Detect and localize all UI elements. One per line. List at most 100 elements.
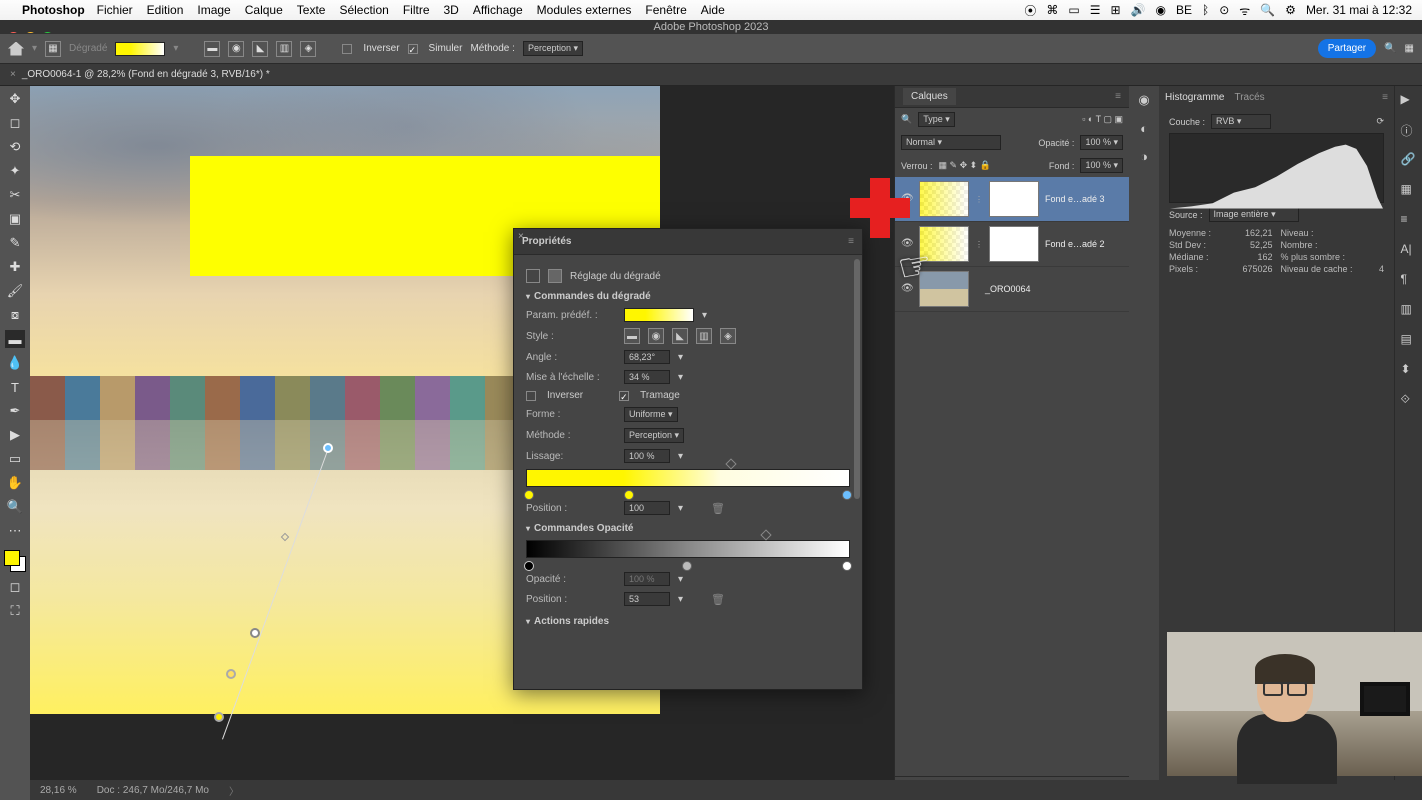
layers-tab[interactable]: Calques [903, 88, 956, 105]
char-icon[interactable]: A| [1401, 242, 1417, 258]
menu-filtre[interactable]: Filtre [403, 3, 430, 17]
hand-tool[interactable]: ✋ [5, 474, 25, 492]
menu-fichier[interactable]: Fichier [97, 3, 133, 17]
channel-select[interactable]: RVB ▾ [1211, 114, 1271, 129]
delete-stop-icon[interactable]: 🗑 [711, 593, 725, 606]
status-icon[interactable]: ☰ [1090, 3, 1101, 17]
source-select[interactable]: Image entière ▾ [1209, 207, 1299, 222]
style-reflected[interactable]: ▥ [696, 328, 712, 344]
workspace-icon[interactable]: ▦ [1405, 43, 1414, 54]
section-quick-actions[interactable]: Actions rapides [526, 616, 850, 627]
status-icon[interactable]: ⊙ [1219, 3, 1229, 17]
gradient-editor-bar[interactable] [526, 469, 850, 487]
menu-fenetre[interactable]: Fenêtre [645, 3, 686, 17]
menubar-clock[interactable]: Mer. 31 mai à 12:32 [1306, 3, 1412, 17]
tramage-check[interactable] [619, 391, 629, 401]
gradient-linear[interactable]: ▬ [204, 41, 220, 57]
menu-edition[interactable]: Edition [147, 3, 184, 17]
crop-tool[interactable]: ✂ [5, 186, 25, 204]
share-button[interactable]: Partager [1318, 39, 1376, 58]
status-icon[interactable]: ◉ [1155, 3, 1165, 17]
zoom-level[interactable]: 28,16 % [40, 785, 77, 796]
eyedropper-tool[interactable]: ✎ [5, 234, 25, 252]
properties-panel[interactable]: × Propriétés≡ Réglage du dégradé Command… [513, 228, 863, 690]
layer-kind-filter[interactable]: Type ▾ [918, 112, 955, 127]
lissage-input[interactable]: 100 % [624, 449, 670, 463]
search-icon[interactable]: 🔍 [1260, 3, 1275, 17]
preset-gradient[interactable] [624, 308, 694, 322]
layer-thumb[interactable] [919, 181, 969, 217]
lasso-tool[interactable]: ⟲ [5, 138, 25, 156]
gradient-tool[interactable]: ▬ [5, 330, 25, 348]
menu-texte[interactable]: Texte [297, 3, 326, 17]
style-angle[interactable]: ◣ [672, 328, 688, 344]
more-icon[interactable]: ⟐ [1401, 392, 1417, 408]
layer-name[interactable]: Fond e…adé 3 [1045, 194, 1105, 204]
gradient-reflected[interactable]: ▥ [276, 41, 292, 57]
bluetooth-icon[interactable]: ᛒ [1202, 3, 1209, 17]
path-tool[interactable]: ▶ [5, 426, 25, 444]
status-icon[interactable]: ⦿ [1024, 2, 1036, 19]
lock-icons[interactable]: ▦ ✎ ✥ ⬍ 🔒 [939, 160, 991, 171]
style-diamond[interactable]: ◈ [720, 328, 736, 344]
blend-mode-select[interactable]: Normal ▾ [901, 135, 1001, 150]
fill-input[interactable]: 100 % ▾ [1080, 158, 1123, 173]
marquee-tool[interactable]: ◻ [5, 114, 25, 132]
inverser-checkbox[interactable] [342, 44, 352, 54]
layer-mask-thumb[interactable] [989, 226, 1039, 262]
layer-mask-thumb[interactable] [989, 181, 1039, 217]
link-icon[interactable]: 🔗 [1401, 152, 1417, 168]
color-stop[interactable] [842, 490, 852, 500]
scale-input[interactable]: 34 % [624, 370, 670, 384]
maximize-window[interactable] [42, 22, 53, 33]
section-gradient-cmds[interactable]: Commandes du dégradé [526, 291, 850, 302]
quickmask[interactable]: ◻ [5, 578, 25, 596]
style-linear[interactable]: ▬ [624, 328, 640, 344]
opacity-input[interactable]: 100 % ▾ [1080, 135, 1123, 150]
methode-select[interactable]: Perception ▾ [523, 41, 583, 56]
frame-tool[interactable]: ▣ [5, 210, 25, 228]
layer-name[interactable]: Fond e…adé 2 [1045, 239, 1105, 249]
align-icon[interactable]: ≡ [1401, 212, 1417, 228]
menu-calque[interactable]: Calque [245, 3, 283, 17]
tool-preset[interactable]: ▦ [45, 41, 61, 57]
panel-scrollbar[interactable] [854, 259, 860, 669]
style-radial[interactable]: ◉ [648, 328, 664, 344]
swatch-icon[interactable]: ▥ [1401, 302, 1417, 318]
lib-icon[interactable]: ▤ [1401, 332, 1417, 348]
close-window[interactable] [8, 22, 19, 33]
gradient-picker[interactable] [115, 42, 165, 56]
adjustments-icon[interactable]: ◑ [1136, 148, 1152, 164]
color-stop[interactable] [524, 490, 534, 500]
gradient-radial[interactable]: ◉ [228, 41, 244, 57]
section-opacity-cmds[interactable]: Commandes Opacité [526, 523, 850, 534]
status-icon[interactable]: 🔊 [1131, 3, 1146, 17]
screenmode[interactable]: ⛶ [5, 602, 25, 620]
status-icon[interactable]: BE [1176, 3, 1192, 17]
forme-select[interactable]: Uniforme ▾ [624, 407, 678, 422]
home-icon[interactable] [8, 42, 24, 56]
menu-image[interactable]: Image [197, 3, 230, 17]
para-icon[interactable]: ¶ [1401, 272, 1417, 288]
control-icon[interactable]: ⚙ [1285, 3, 1296, 17]
opacity-input[interactable]: 100 % [624, 572, 670, 586]
info-icon[interactable]: ⓘ [1401, 122, 1417, 138]
opacity-stop[interactable] [524, 561, 534, 571]
layer-name[interactable]: _ORO0064 [985, 284, 1031, 294]
document-tab[interactable]: × _ORO0064-1 @ 28,2% (Fond en dégradé 3,… [0, 64, 1422, 86]
collapse-icon[interactable]: × [518, 231, 524, 242]
gradient-end-handle[interactable] [323, 443, 333, 453]
simuler-checkbox[interactable] [408, 44, 418, 54]
position2-input[interactable]: 53 [624, 592, 670, 606]
doc-size[interactable]: Doc : 246,7 Mo/246,7 Mo [97, 785, 209, 796]
status-icon[interactable]: ⌘ [1046, 3, 1058, 17]
stamp-tool[interactable]: ⧇ [5, 306, 25, 324]
wifi-icon[interactable]: ᯤ [1239, 2, 1250, 19]
delete-stop-icon[interactable]: 🗑 [711, 502, 725, 515]
heal-tool[interactable]: ✚ [5, 258, 25, 276]
type-tool[interactable]: T [5, 378, 25, 396]
menu-selection[interactable]: Sélection [339, 3, 388, 17]
gradient-stop[interactable] [226, 669, 236, 679]
color-swatches[interactable] [4, 550, 26, 572]
gradient-angle[interactable]: ◣ [252, 41, 268, 57]
